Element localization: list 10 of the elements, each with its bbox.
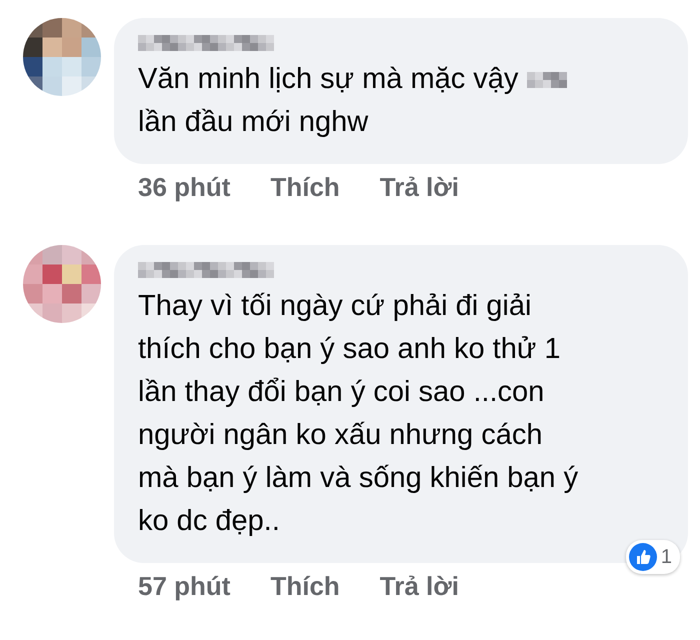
thumbs-up-icon	[628, 543, 657, 571]
reaction-badge[interactable]: 1	[626, 540, 680, 574]
like-link[interactable]: Thích	[270, 571, 340, 602]
reply-link[interactable]: Trả lời	[380, 172, 459, 203]
comment-time: 36 phút	[138, 172, 230, 203]
like-link[interactable]: Thích	[270, 172, 340, 203]
reply-link[interactable]: Trả lời	[380, 571, 459, 602]
comment-text: Thay vì tối ngày cứ phải đi giải thích cho bạn ý sao anh ko thử 1 lần thay đổi bạn ý coi sao ...con người ngân ko xấu nhưng cách mà bạn ý làm và sống khiến bạn ý ko dc đẹp..	[138, 289, 580, 539]
comment-text: Văn minh lịch sự mà mặc vậy lần đầu mới nghw	[138, 58, 664, 144]
comment-time: 57 phút	[138, 571, 230, 602]
